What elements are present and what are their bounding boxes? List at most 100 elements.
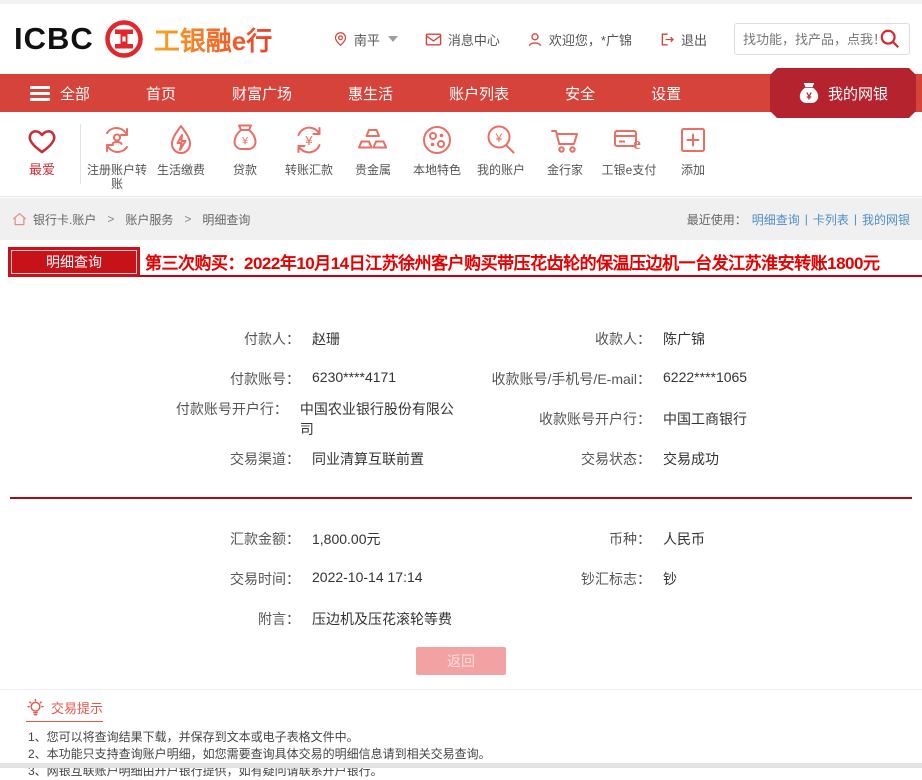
icbc-logo[interactable]: ICBC 工银融e行 xyxy=(14,19,272,59)
quick-favorites-label: 最爱 xyxy=(12,163,72,177)
message-center-label: 消息中心 xyxy=(448,30,500,49)
register-transfer-icon xyxy=(99,122,135,158)
quick-my-account-label: 我的账户 xyxy=(471,163,531,177)
section-divider xyxy=(10,497,912,499)
quickbar-divider xyxy=(80,124,81,184)
logout-button[interactable]: 退出 xyxy=(659,30,707,49)
home-icon[interactable] xyxy=(12,212,27,226)
tip-item-1: 1、您可以将查询结果下载，并保存到文本或电子表格文件中。 xyxy=(28,729,922,746)
quick-add[interactable]: 添加 xyxy=(661,122,725,177)
page-bottom-strip xyxy=(0,763,922,768)
quick-local-feature-label: 本地特色 xyxy=(407,163,467,177)
nav-security[interactable]: 安全 xyxy=(565,83,595,104)
logout-icon xyxy=(659,31,675,48)
cart-icon xyxy=(547,122,583,158)
currency-value: 人民币 xyxy=(663,529,705,549)
quick-access-bar: 最爱 注册账户转账 生活缴费 ¥ 贷款 xyxy=(0,112,922,197)
location-pin-icon xyxy=(333,30,348,48)
money-bag-icon: ¥ xyxy=(798,81,820,105)
svg-text:¥: ¥ xyxy=(495,131,503,145)
search-icon[interactable] xyxy=(879,28,901,50)
nav-account-list[interactable]: 账户列表 xyxy=(449,83,509,104)
quick-precious-metal-label: 贵金属 xyxy=(343,163,403,177)
breadcrumb-item-account-service[interactable]: 账户服务 xyxy=(125,211,173,228)
svg-text:¥: ¥ xyxy=(241,136,249,148)
quick-precious-metal[interactable]: 贵金属 xyxy=(341,122,405,177)
search-box[interactable] xyxy=(734,23,910,55)
nav-home[interactable]: 首页 xyxy=(146,83,176,104)
welcome-label: 欢迎您，*广锦 xyxy=(549,30,632,49)
hamburger-icon[interactable] xyxy=(30,86,50,101)
recent-link-divider: | xyxy=(854,212,857,226)
quick-gold-expert-label: 金行家 xyxy=(535,163,595,177)
form-row-banks: 付款账号开户行：中国农业银行股份有限公司 收款账号开户行：中国工商银行 xyxy=(0,399,922,439)
quick-add-label: 添加 xyxy=(663,163,723,177)
quick-transfer-remit[interactable]: ¥ 转账汇款 xyxy=(277,122,341,177)
form-row-channel-status: 交易渠道：同业清算互联前置 交易状态：交易成功 xyxy=(0,439,922,479)
quick-favorites[interactable]: 最爱 xyxy=(6,122,78,177)
main-nav: 全部 首页 财富广场 惠生活 账户列表 安全 设置 ¥ 我的网银 xyxy=(0,74,922,112)
payer-account-value: 6230****4171 xyxy=(312,369,396,389)
payer-bank-label: 付款账号开户行： xyxy=(0,399,288,439)
chevron-down-icon xyxy=(388,36,398,42)
nav-all-menu[interactable]: 全部 xyxy=(30,83,90,104)
recent-link-divider: | xyxy=(805,212,808,226)
recent-link-my-ebank[interactable]: 我的网银 xyxy=(862,211,910,228)
nav-settings[interactable]: 设置 xyxy=(651,83,681,104)
brand-name: 工银融e行 xyxy=(154,21,272,58)
form-row-memo: 附言：压边机及压花滚轮等费 xyxy=(0,599,922,639)
bulb-icon xyxy=(26,698,45,717)
message-center-link[interactable]: 消息中心 xyxy=(425,30,500,49)
tip-item-2: 2、本功能只支持查询账户明细，如您需要查询具体交易的明细信息请到相关交易查询。 xyxy=(28,746,922,763)
status-value: 交易成功 xyxy=(663,449,719,469)
breadcrumb-item-accounts[interactable]: 银行卡.账户 xyxy=(33,211,96,228)
payer-label: 付款人： xyxy=(0,329,300,349)
add-icon xyxy=(675,122,711,158)
svg-text:¥: ¥ xyxy=(304,133,313,148)
quick-gold-expert[interactable]: 金行家 xyxy=(533,122,597,177)
quick-life-payment[interactable]: 生活缴费 xyxy=(149,122,213,177)
quick-epay[interactable]: e 工银e支付 xyxy=(597,122,661,177)
channel-label: 交易渠道： xyxy=(0,449,300,469)
welcome-user[interactable]: 欢迎您，*广锦 xyxy=(527,30,632,49)
payee-account-label: 收款账号/手机号/E-mail： xyxy=(461,369,651,389)
nav-life-benefits[interactable]: 惠生活 xyxy=(348,83,393,104)
memo-label: 附言： xyxy=(0,609,300,629)
status-label: 交易状态： xyxy=(461,449,651,469)
time-label: 交易时间： xyxy=(0,569,300,589)
cash-flag-label: 钞汇标志： xyxy=(461,569,651,589)
svg-text:e: e xyxy=(633,134,641,153)
back-button[interactable]: 返回 xyxy=(416,647,506,675)
breadcrumb-separator: > xyxy=(184,212,191,226)
quick-loan-label: 贷款 xyxy=(215,163,275,177)
recent-link-card-list[interactable]: 卡列表 xyxy=(813,211,849,228)
quick-loan[interactable]: ¥ 贷款 xyxy=(213,122,277,177)
form-row-payer-payee: 付款人：赵珊 收款人：陈广锦 xyxy=(0,319,922,359)
breadcrumb-bar: 银行卡.账户 > 账户服务 > 明细查询 最近使用： 明细查询 | 卡列表 | … xyxy=(0,198,922,240)
nav-all-label: 全部 xyxy=(60,83,90,104)
nav-wealth-plaza[interactable]: 财富广场 xyxy=(232,83,292,104)
droplet-bolt-icon xyxy=(163,122,199,158)
search-input[interactable] xyxy=(743,32,879,47)
quick-local-feature[interactable]: 本地特色 xyxy=(405,122,469,177)
quick-register-transfer[interactable]: 注册账户转账 xyxy=(85,122,149,191)
transaction-detail-form: 付款人：赵珊 收款人：陈广锦 付款账号：6230****4171 收款账号/手机… xyxy=(0,319,922,675)
payee-bank-value: 中国工商银行 xyxy=(663,409,747,429)
detail-query-tab[interactable]: 明细查询 xyxy=(8,247,140,277)
my-ebank-tab[interactable]: ¥ 我的网银 xyxy=(770,68,916,118)
location-label: 南平 xyxy=(354,30,380,49)
payee-value: 陈广锦 xyxy=(663,329,705,349)
svg-text:¥: ¥ xyxy=(806,92,812,103)
location-selector[interactable]: 南平 xyxy=(333,30,398,49)
recent-link-detail-query[interactable]: 明细查询 xyxy=(752,211,800,228)
quick-my-account[interactable]: ¥ 我的账户 xyxy=(469,122,533,177)
time-value: 2022-10-14 17:14 xyxy=(312,569,423,589)
quick-register-transfer-label: 注册账户转账 xyxy=(87,163,147,191)
user-icon xyxy=(527,31,543,48)
account-magnifier-icon: ¥ xyxy=(483,122,519,158)
tips-heading: 交易提示 xyxy=(26,698,103,722)
form-row-accounts: 付款账号：6230****4171 收款账号/手机号/E-mail：6222**… xyxy=(0,359,922,399)
icbc-logo-text: ICBC xyxy=(14,21,94,57)
payee-bank-label: 收款账号开户行： xyxy=(461,409,651,429)
main-content: 明细查询 第三次购买：2022年10月14日江苏徐州客户购买带压花齿轮的保温压边… xyxy=(0,240,922,768)
